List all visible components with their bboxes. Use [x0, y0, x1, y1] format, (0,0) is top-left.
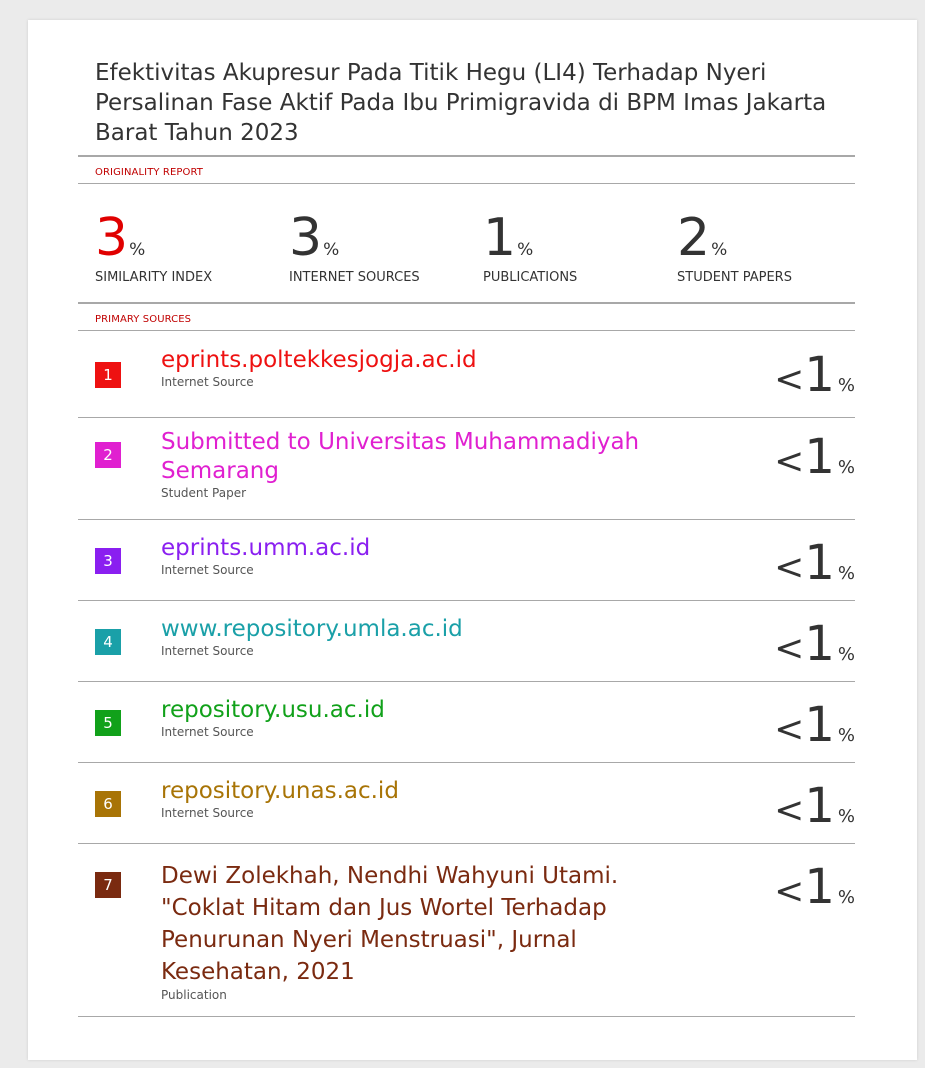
- source-rank-badge: 7: [95, 872, 121, 898]
- source-rank-badge: 6: [95, 791, 121, 817]
- internet-sources-label: INTERNET SOURCES: [289, 270, 420, 285]
- student-papers-unit: %: [711, 240, 728, 260]
- source-text: www.repository.umla.ac.id Internet Sourc…: [161, 615, 721, 658]
- source-percentage: <1%: [774, 535, 855, 591]
- similarity-unit: %: [129, 240, 146, 260]
- stat-student-papers: 2% STUDENT PAPERS: [677, 212, 792, 285]
- source-row[interactable]: 7 Dewi Zolekhah, Nendhi Wahyuni Utami. "…: [78, 844, 855, 1017]
- source-percentage: <1%: [774, 778, 855, 834]
- source-type: Internet Source: [161, 563, 254, 577]
- report-content: Efektivitas Akupresur Pada Titik Hegu (L…: [78, 58, 855, 1017]
- source-percentage: <1%: [774, 859, 855, 915]
- publications-value: 1: [483, 208, 517, 268]
- source-row[interactable]: 2 Submitted to Universitas Muhammadiyah …: [78, 418, 855, 520]
- source-row[interactable]: 4 www.repository.umla.ac.id Internet Sou…: [78, 601, 855, 682]
- similarity-label: SIMILARITY INDEX: [95, 270, 213, 285]
- source-row[interactable]: 6 repository.unas.ac.id Internet Source …: [78, 763, 855, 844]
- source-type: Internet Source: [161, 644, 254, 658]
- source-row[interactable]: 1 eprints.poltekkesjogja.ac.id Internet …: [78, 331, 855, 418]
- student-papers-value: 2: [677, 208, 711, 268]
- source-name[interactable]: repository.unas.ac.id: [161, 777, 721, 806]
- source-name[interactable]: Submitted to Universitas Muhammadiyah Se…: [161, 428, 721, 486]
- internet-sources-value: 3: [289, 208, 323, 268]
- stat-similarity-index: 3% SIMILARITY INDEX: [95, 212, 213, 285]
- document-title: Efektivitas Akupresur Pada Titik Hegu (L…: [95, 60, 827, 146]
- source-text: Dewi Zolekhah, Nendhi Wahyuni Utami. "Co…: [161, 860, 721, 1002]
- source-rank-badge: 1: [95, 362, 121, 388]
- source-type: Internet Source: [161, 375, 254, 389]
- source-type: Internet Source: [161, 806, 254, 820]
- source-name[interactable]: www.repository.umla.ac.id: [161, 615, 721, 644]
- source-percentage: <1%: [774, 697, 855, 753]
- source-percentage: <1%: [774, 429, 855, 485]
- source-text: eprints.poltekkesjogja.ac.id Internet So…: [161, 346, 721, 389]
- source-type: Student Paper: [161, 486, 247, 500]
- source-name[interactable]: repository.usu.ac.id: [161, 696, 721, 725]
- source-text: repository.unas.ac.id Internet Source: [161, 777, 721, 820]
- report-page: Efektivitas Akupresur Pada Titik Hegu (L…: [28, 20, 917, 1060]
- source-percentage: <1%: [774, 616, 855, 672]
- source-name[interactable]: Dewi Zolekhah, Nendhi Wahyuni Utami. "Co…: [161, 860, 701, 988]
- source-rank-badge: 3: [95, 548, 121, 574]
- source-type: Internet Source: [161, 725, 254, 739]
- source-rank-badge: 4: [95, 629, 121, 655]
- internet-sources-unit: %: [323, 240, 340, 260]
- source-name[interactable]: eprints.poltekkesjogja.ac.id: [161, 346, 721, 375]
- source-text: repository.usu.ac.id Internet Source: [161, 696, 721, 739]
- source-text: eprints.umm.ac.id Internet Source: [161, 534, 721, 577]
- stat-internet-sources: 3% INTERNET SOURCES: [289, 212, 420, 285]
- source-row[interactable]: 3 eprints.umm.ac.id Internet Source <1%: [78, 520, 855, 601]
- source-percentage: <1%: [774, 347, 855, 403]
- similarity-value: 3: [95, 208, 129, 268]
- source-text: Submitted to Universitas Muhammadiyah Se…: [161, 428, 721, 500]
- source-rank-badge: 2: [95, 442, 121, 468]
- source-rank-badge: 5: [95, 710, 121, 736]
- source-name[interactable]: eprints.umm.ac.id: [161, 534, 721, 563]
- stats-row: 3% SIMILARITY INDEX 3% INTERNET SOURCES …: [78, 184, 855, 302]
- source-row[interactable]: 5 repository.usu.ac.id Internet Source <…: [78, 682, 855, 763]
- source-type: Publication: [161, 988, 227, 1002]
- publications-label: PUBLICATIONS: [483, 270, 578, 285]
- primary-sources-list: 1 eprints.poltekkesjogja.ac.id Internet …: [78, 331, 855, 1017]
- stat-publications: 1% PUBLICATIONS: [483, 212, 578, 285]
- publications-unit: %: [517, 240, 534, 260]
- primary-sources-label: PRIMARY SOURCES: [95, 314, 192, 325]
- originality-report-label: ORIGINALITY REPORT: [95, 167, 204, 178]
- student-papers-label: STUDENT PAPERS: [677, 270, 792, 285]
